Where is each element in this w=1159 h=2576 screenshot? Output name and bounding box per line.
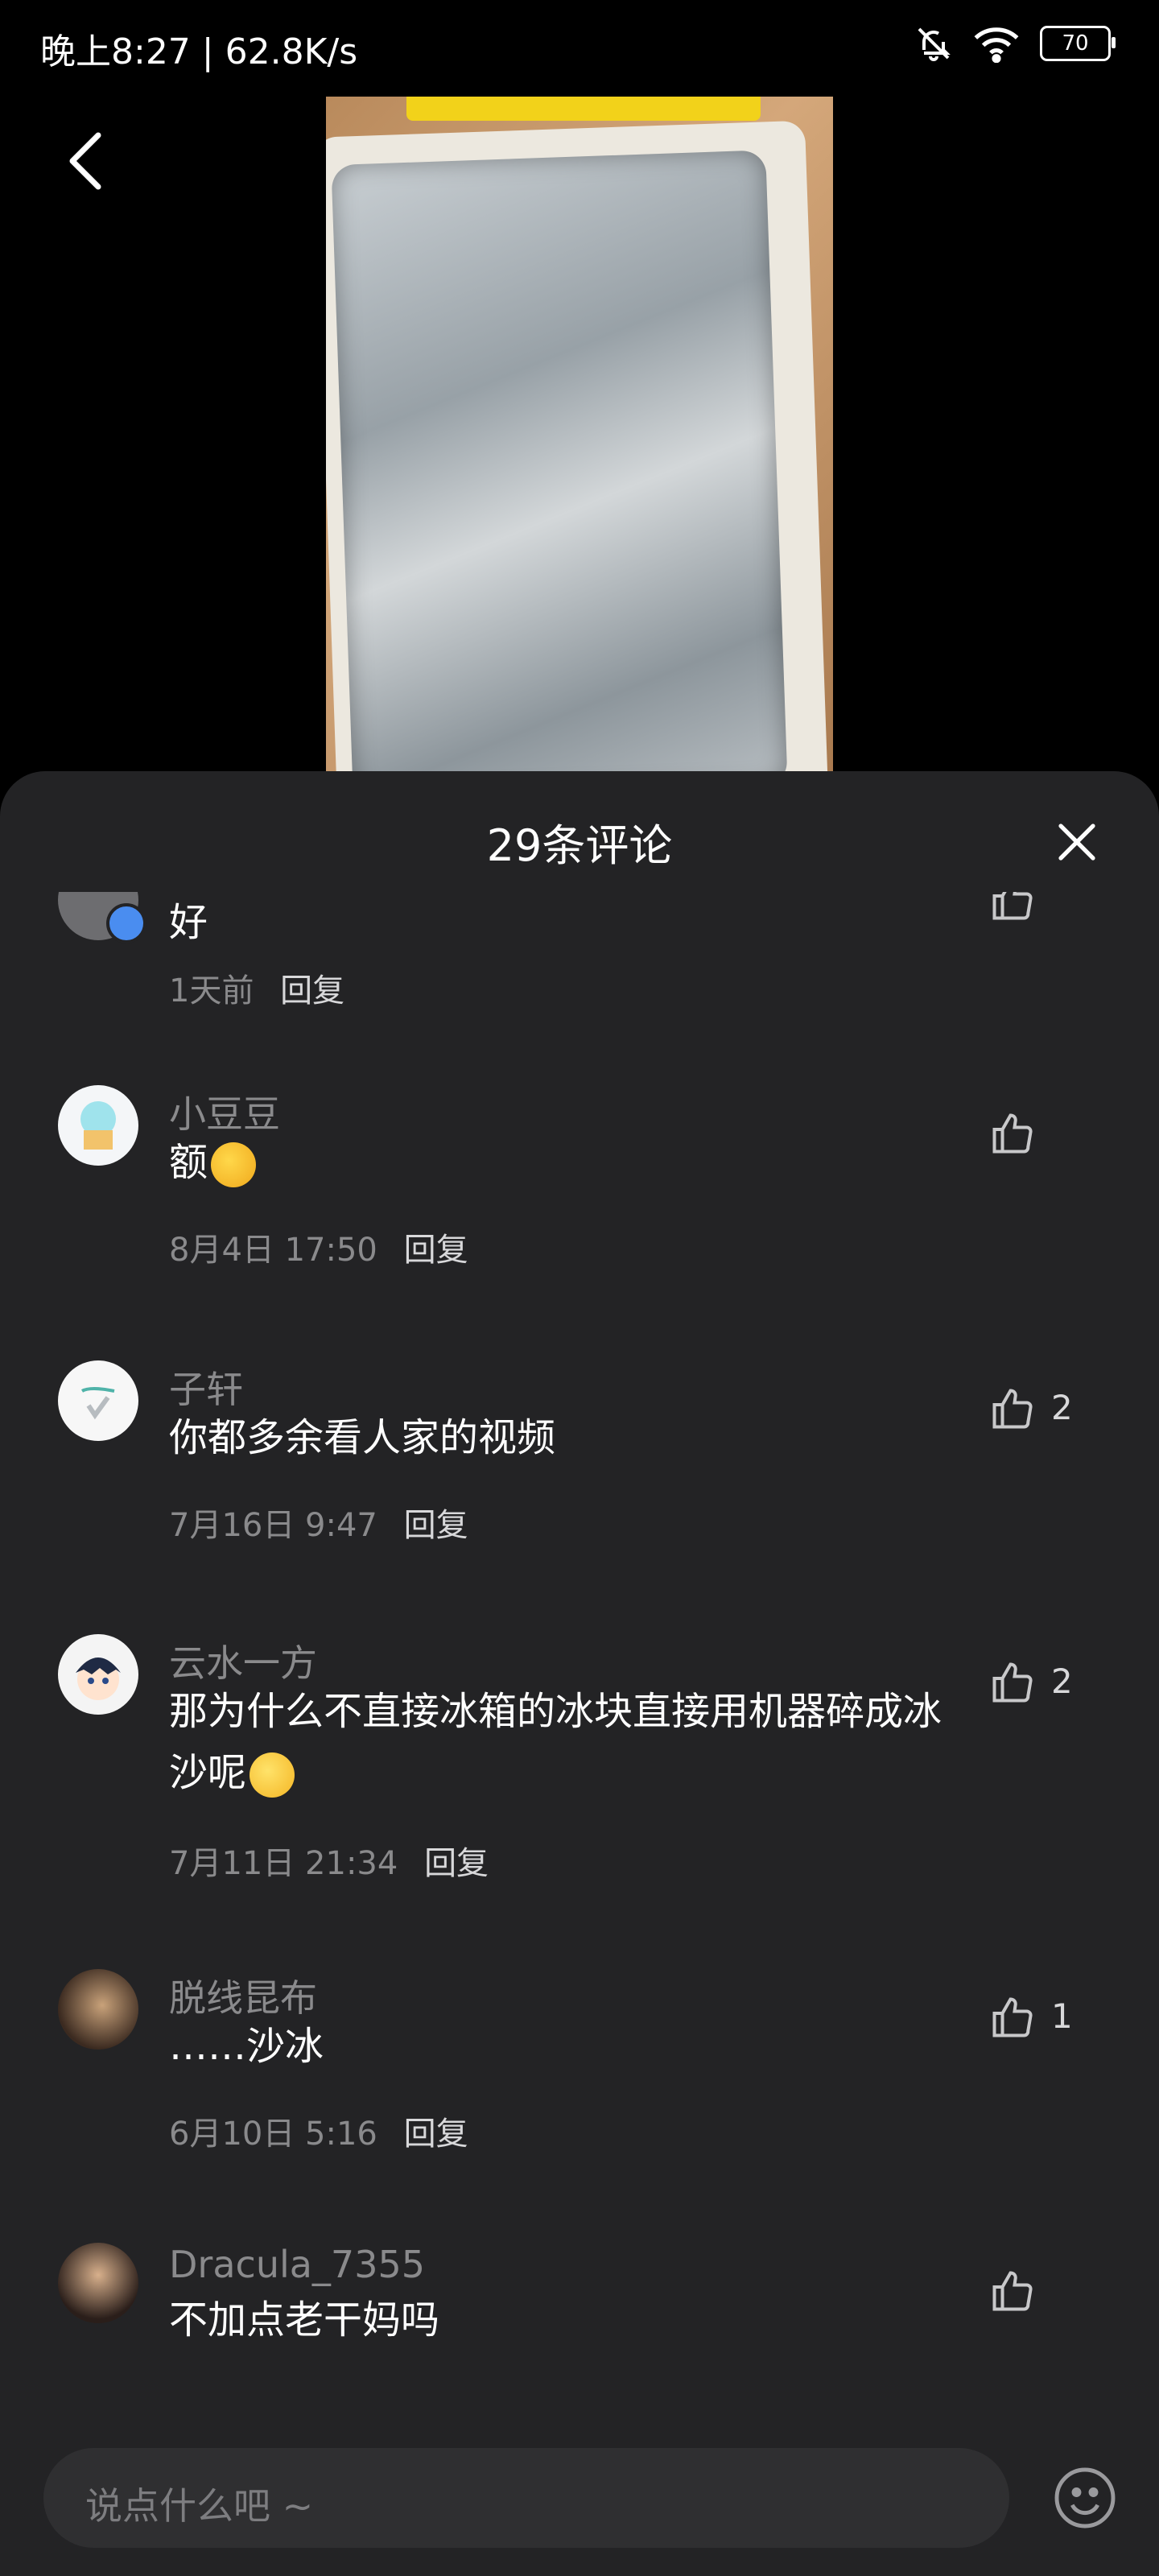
comment-input-placeholder: 说点什么吧 ~ <box>85 2484 314 2528</box>
reply-button[interactable]: 回复 <box>424 1845 489 1882</box>
battery-level: 70 <box>1062 31 1089 56</box>
thumb-up-icon[interactable] <box>988 892 1037 924</box>
comment-text: 你都多余看人家的视频 <box>169 1415 556 1460</box>
close-icon <box>1058 824 1095 861</box>
comment-text: 那为什么不直接冰箱的冰块直接用机器碎成冰沙呢 <box>169 1681 974 1803</box>
battery-indicator: 70 <box>1040 26 1116 61</box>
comment-meta: 7月16日 9:47 回复 <box>169 1499 468 1546</box>
comment-time: 7月16日 9:47 <box>169 1507 377 1544</box>
reply-button[interactable]: 回复 <box>404 2116 468 2153</box>
like-count: 2 <box>1051 1662 1073 1701</box>
video-player[interactable] <box>326 97 833 773</box>
comment-time: 7月11日 21:34 <box>169 1845 398 1882</box>
like-count: 2 <box>1051 1388 1073 1427</box>
thumb-up-icon[interactable] <box>988 1658 1037 1707</box>
verified-badge-icon <box>106 903 146 943</box>
close-button[interactable] <box>1054 819 1099 865</box>
comment-time: 1天前 <box>169 972 254 1009</box>
comment-username[interactable]: 脱线昆布 <box>169 1969 317 2022</box>
avatar[interactable] <box>58 1634 138 1715</box>
thumb-up-icon[interactable] <box>988 1385 1037 1433</box>
comment-meta: 1天前 回复 <box>169 964 344 1011</box>
avatar[interactable] <box>58 1085 138 1166</box>
comment-username[interactable]: 小豆豆 <box>169 1085 280 1138</box>
handwriting-avatar-icon <box>80 1387 115 1420</box>
comment-username[interactable]: 云水一方 <box>169 1634 317 1687</box>
bell-off-icon <box>918 27 951 61</box>
sweat-emoji-icon <box>211 1142 257 1187</box>
comment-text-content: 额 <box>169 1140 208 1185</box>
comment-time: 8月4日 17:50 <box>169 1232 377 1269</box>
video-caption-strip <box>406 97 761 121</box>
comment-username[interactable]: 子轩 <box>169 1360 243 1414</box>
avatar[interactable] <box>58 1969 138 2050</box>
comment-meta: 8月4日 17:50 回复 <box>169 1224 468 1270</box>
comment-text: ……沙冰 <box>169 2024 324 2069</box>
avatar[interactable] <box>58 1360 138 1441</box>
anime-boy-avatar-icon <box>76 1657 121 1700</box>
wifi-icon <box>974 27 1019 63</box>
comment-text: 额 <box>169 1132 974 1193</box>
like-count: 1 <box>1051 1996 1073 2036</box>
cupcake-avatar-icon <box>80 1101 116 1150</box>
comment-text: 好 <box>169 900 208 945</box>
avatar[interactable] <box>58 2243 138 2323</box>
comment-username[interactable]: Dracula_7355 <box>169 2243 425 2286</box>
comment-input[interactable]: 说点什么吧 ~ <box>43 2448 1009 2548</box>
comment-sheet: 29条评论 好 1天前 回复 小豆豆 额 8月4日 17:50 回复 子轩 2 … <box>0 771 1159 2576</box>
back-button[interactable] <box>56 129 113 193</box>
video-tray-surface <box>331 150 788 773</box>
flushed-emoji-icon <box>250 1752 295 1798</box>
status-icons: 70 <box>914 24 1116 63</box>
comment-list[interactable]: 好 1天前 回复 小豆豆 额 8月4日 17:50 回复 子轩 2 你都多余看人… <box>0 892 1159 2381</box>
thumb-up-icon[interactable] <box>988 2267 1037 2315</box>
comment-meta: 7月11日 21:34 回复 <box>169 1837 489 1884</box>
chevron-left-icon <box>69 132 101 190</box>
comment-meta: 6月10日 5:16 回复 <box>169 2107 468 2154</box>
comment-input-bar: 说点什么吧 ~ <box>0 2419 1159 2576</box>
video-tray-image <box>326 120 829 773</box>
thumb-up-icon[interactable] <box>988 1109 1037 1158</box>
reply-button[interactable]: 回复 <box>404 1507 468 1544</box>
comment-text: 不加点老干妈吗 <box>169 2297 440 2343</box>
reply-button[interactable]: 回复 <box>404 1232 468 1269</box>
thumb-up-icon[interactable] <box>988 1993 1037 2041</box>
comment-time: 6月10日 5:16 <box>169 2116 377 2153</box>
comment-count-title: 29条评论 <box>486 820 673 871</box>
reply-button[interactable]: 回复 <box>280 972 344 1009</box>
status-bar: 晚上8:27 | 62.8K/s 70 <box>0 0 1159 97</box>
smiley-icon[interactable] <box>1051 2464 1119 2532</box>
status-time-speed: 晚上8:27 | 62.8K/s <box>40 31 358 72</box>
